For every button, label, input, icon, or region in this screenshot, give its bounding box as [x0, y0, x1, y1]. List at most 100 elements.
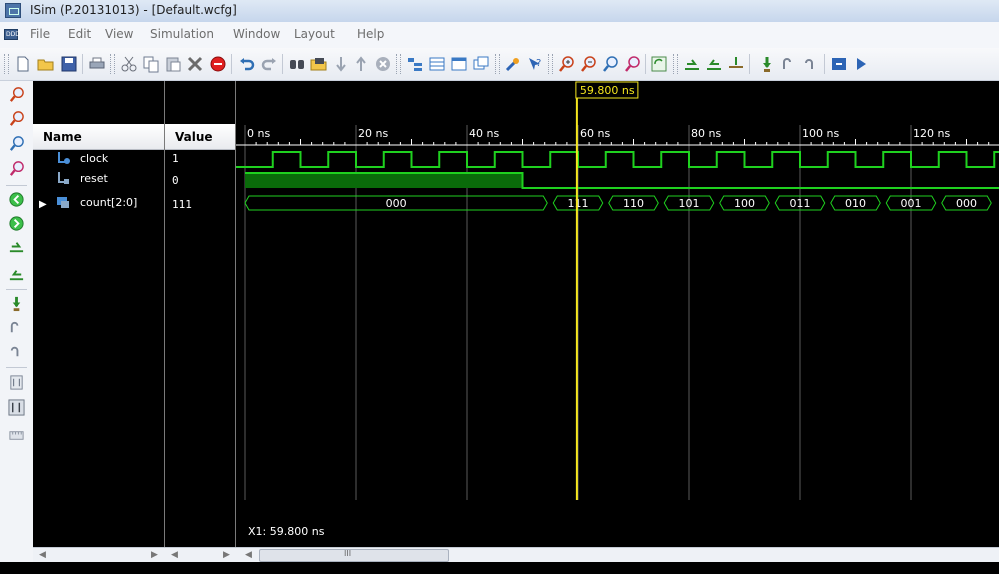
help-icon[interactable]: ?: [526, 55, 544, 73]
paste-icon[interactable]: [164, 55, 182, 73]
menu-simulation[interactable]: Simulation: [150, 27, 214, 41]
move-up-icon[interactable]: [352, 55, 370, 73]
open-folder-icon[interactable]: [37, 55, 55, 73]
save-icon[interactable]: [60, 55, 78, 73]
menu-file[interactable]: File: [30, 27, 50, 41]
waveform-canvas[interactable]: 0 ns 20 ns 40 ns 60 ns 80 ns 100 ns 120 ns 000 1…: [236, 81, 999, 547]
find-icon[interactable]: [288, 55, 306, 73]
new-file-icon[interactable]: [14, 55, 32, 73]
next-marker-icon[interactable]: [8, 343, 25, 360]
run-for-icon[interactable]: [727, 55, 745, 73]
run-all-icon[interactable]: [705, 55, 723, 73]
clear-icon[interactable]: [374, 55, 392, 73]
bus-value-label: 100: [734, 197, 755, 210]
find-next-icon[interactable]: [310, 55, 328, 73]
wave-scroll-thumb[interactable]: III: [259, 549, 449, 562]
value-column-header[interactable]: Value: [165, 124, 235, 150]
scroll-left-icon[interactable]: ◀: [39, 550, 46, 560]
zoom-in-icon[interactable]: [8, 86, 25, 103]
bus-icon: [57, 197, 69, 208]
swap-cursor-icon[interactable]: [8, 374, 25, 391]
go-start-icon[interactable]: [8, 191, 25, 208]
zoom-cursor-icon[interactable]: [8, 160, 25, 177]
step-over-icon[interactable]: [780, 55, 798, 73]
move-down-icon[interactable]: [332, 55, 350, 73]
cursor-time-label: 59.800 ns: [580, 84, 635, 97]
zoom-in-icon[interactable]: [558, 55, 576, 73]
bus-value-label: 000: [386, 197, 407, 210]
scroll-thumb-grip: III: [344, 549, 352, 558]
scroll-right-icon[interactable]: ▶: [223, 550, 230, 560]
play-icon[interactable]: [852, 55, 870, 73]
toolbar-grip[interactable]: [396, 54, 401, 74]
stop-icon[interactable]: [209, 55, 227, 73]
bus-value-label: 011: [790, 197, 811, 210]
redo-icon[interactable]: [260, 55, 278, 73]
floating-ruler-icon[interactable]: [8, 427, 25, 444]
clock-waveform: [236, 151, 999, 168]
main-toolbar: ?: [0, 48, 999, 81]
svg-text:?: ?: [536, 58, 541, 69]
step-icon[interactable]: [758, 55, 776, 73]
menu-view[interactable]: View: [105, 27, 133, 41]
signal-name-clock[interactable]: clock: [80, 152, 108, 165]
zoom-out-icon[interactable]: [8, 110, 25, 127]
timeline-tick-label: 100 ns: [802, 127, 839, 140]
zoom-out-icon[interactable]: [580, 55, 598, 73]
menu-edit[interactable]: Edit: [68, 27, 91, 41]
prev-marker-icon[interactable]: [8, 319, 25, 336]
delete-icon[interactable]: [186, 55, 204, 73]
waveform-viewer[interactable]: 0 ns 20 ns 40 ns 60 ns 80 ns 100 ns 120 ns 000 1…: [236, 81, 999, 547]
bus-value-label: 111: [568, 197, 589, 210]
prev-transition-icon[interactable]: [8, 238, 25, 255]
signal-reset-icon: [58, 172, 69, 184]
toolbar-separator: [282, 54, 283, 74]
copy-icon[interactable]: [142, 55, 160, 73]
name-column-header[interactable]: Name: [33, 124, 164, 150]
toolbar-grip[interactable]: [110, 54, 115, 74]
next-transition-icon[interactable]: [8, 266, 25, 283]
scroll-right-icon[interactable]: ▶: [151, 550, 158, 560]
restart-icon[interactable]: [683, 55, 701, 73]
snap-icon[interactable]: [8, 399, 25, 416]
go-end-icon[interactable]: [8, 215, 25, 232]
cut-icon[interactable]: [120, 55, 138, 73]
menu-help[interactable]: Help: [357, 27, 384, 41]
add-marker-icon[interactable]: [8, 295, 25, 312]
break-icon[interactable]: [802, 55, 820, 73]
toolbar-grip[interactable]: [4, 54, 9, 74]
menu-window[interactable]: Window: [233, 27, 280, 41]
scroll-left-icon[interactable]: ◀: [171, 550, 178, 560]
toolbar-grip[interactable]: [548, 54, 553, 74]
properties-icon[interactable]: [504, 55, 522, 73]
toolbar-grip[interactable]: [673, 54, 678, 74]
refresh-icon[interactable]: [650, 55, 668, 73]
bus-value-label: 101: [679, 197, 700, 210]
zoom-fit-icon[interactable]: [602, 55, 620, 73]
zoom-fit-icon[interactable]: [8, 135, 25, 152]
title-bar: ISim (P.20131013) - [Default.wcfg]: [0, 0, 999, 23]
horizontal-scrollbars[interactable]: ◀ ▶ ◀ ▶ ◀ III: [33, 547, 999, 563]
menu-layout[interactable]: Layout: [294, 27, 335, 41]
restore-icon[interactable]: [472, 55, 490, 73]
signal-value-count: 111: [172, 198, 192, 211]
scroll-left-icon[interactable]: ◀: [245, 550, 252, 560]
document-window-icon[interactable]: [4, 29, 20, 40]
bus-value-label: 010: [845, 197, 866, 210]
collapse-all-icon[interactable]: [428, 55, 446, 73]
bus-value-label: 000: [956, 197, 977, 210]
window-title: ISim (P.20131013) - [Default.wcfg]: [30, 3, 237, 17]
signal-value-reset: 0: [172, 174, 179, 187]
expand-all-icon[interactable]: [406, 55, 424, 73]
toolbar-grip[interactable]: [495, 54, 500, 74]
expand-arrow-icon[interactable]: ▶: [39, 199, 47, 210]
signal-name-reset[interactable]: reset: [80, 172, 108, 185]
isim-app-icon[interactable]: [5, 3, 21, 18]
simulation-window-icon[interactable]: [830, 55, 848, 73]
signal-name-count[interactable]: count[2:0]: [80, 196, 137, 209]
sidebar-separator: [6, 289, 27, 290]
print-icon[interactable]: [88, 55, 106, 73]
undo-icon[interactable]: [238, 55, 256, 73]
zoom-cursor-icon[interactable]: [624, 55, 642, 73]
align-icon[interactable]: [450, 55, 468, 73]
